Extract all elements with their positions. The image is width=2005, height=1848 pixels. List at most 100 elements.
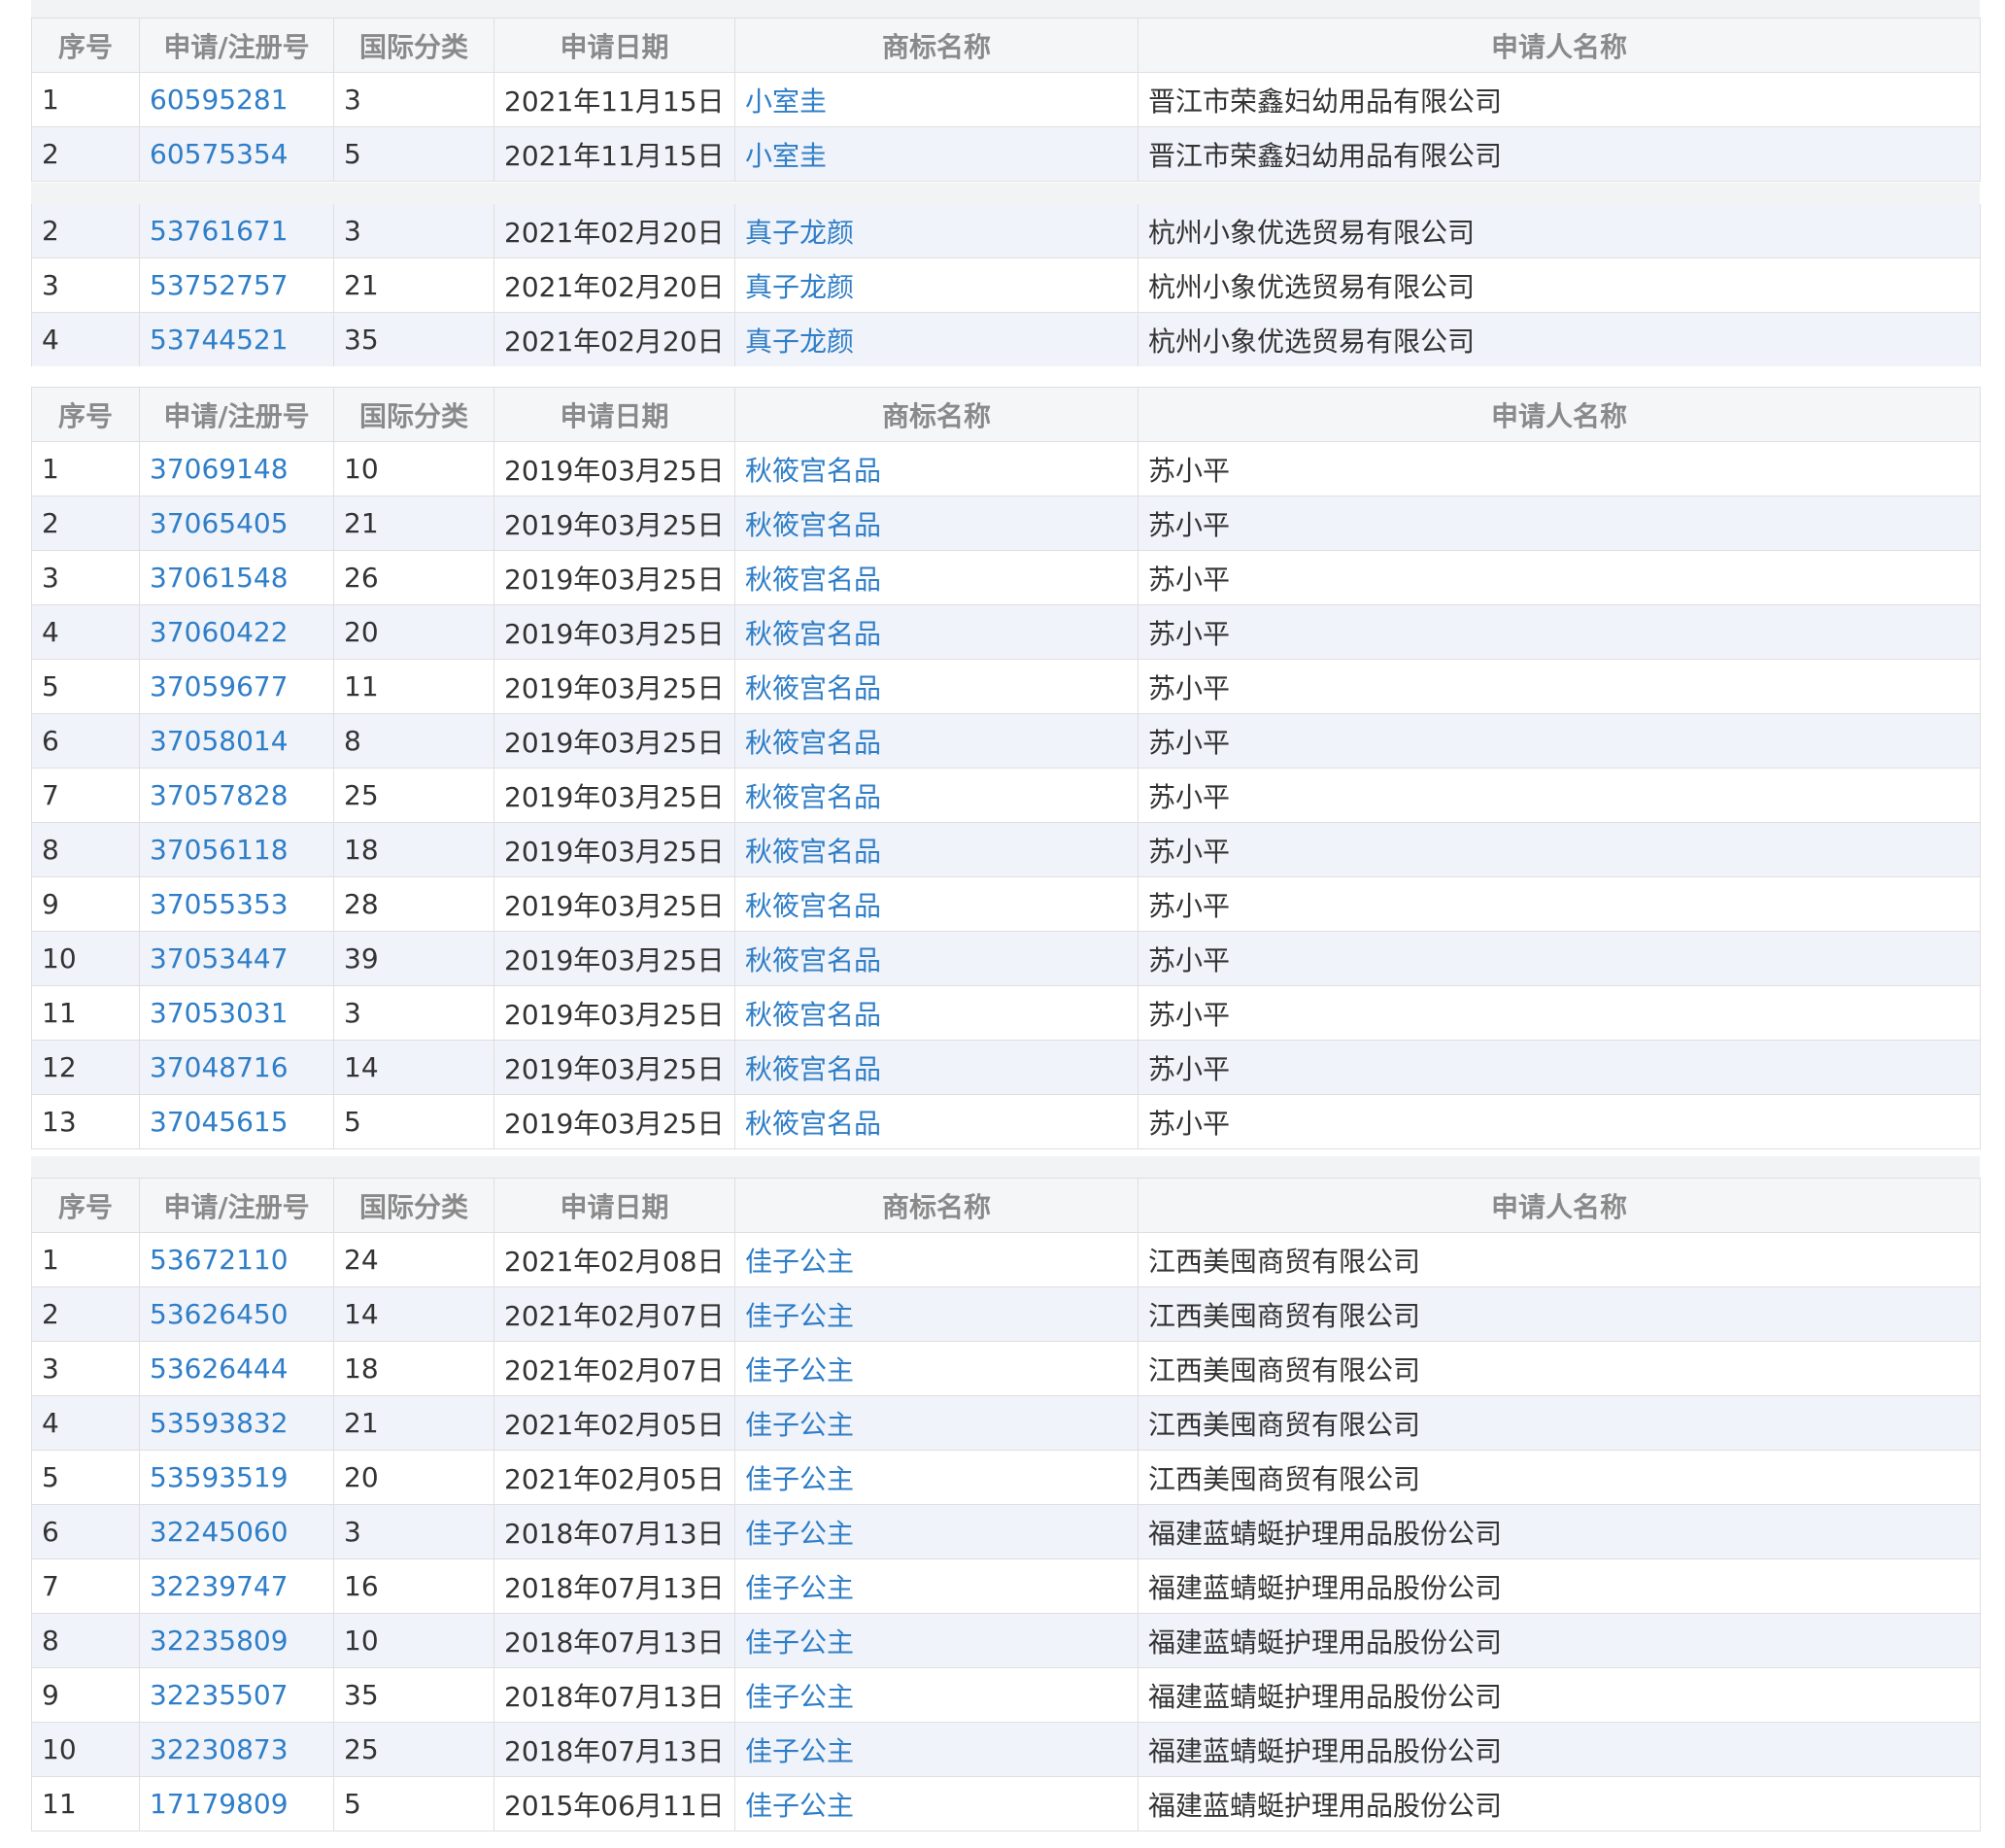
reg-no-link[interactable]: 32235809	[139, 1613, 334, 1668]
trademark-name-link[interactable]: 佳子公主	[734, 1722, 1138, 1777]
reg-no-link[interactable]: 37069148	[139, 441, 334, 496]
table-row: 5 37059677 11 2019年03月25日 秋筱宫名品 苏小平	[31, 659, 1981, 714]
reg-no-link[interactable]: 53672110	[139, 1232, 334, 1287]
reg-no-link[interactable]: 53752757	[139, 257, 334, 313]
reg-no-link[interactable]: 37058014	[139, 713, 334, 769]
trademark-name-link[interactable]: 秋筱宫名品	[734, 604, 1138, 660]
reg-no-link[interactable]: 32230873	[139, 1722, 334, 1777]
cell-date: 2018年07月13日	[493, 1667, 735, 1723]
cell-date: 2019年03月25日	[493, 1094, 735, 1149]
cell-class: 35	[333, 1667, 494, 1723]
table-body: 1 53672110 24 2021年02月08日 佳子公主 江西美囤商贸有限公司 2 536…	[31, 1232, 1981, 1831]
trademark-table-3: 序号 申请/注册号 国际分类 申请日期 商标名称 申请人名称 1 37069148…	[31, 387, 1981, 1149]
cell-class: 5	[333, 126, 494, 182]
reg-no-link[interactable]: 53626444	[139, 1341, 334, 1396]
trademark-name-link[interactable]: 秋筱宫名品	[734, 496, 1138, 551]
trademark-name-link[interactable]: 小室圭	[734, 126, 1138, 182]
table-row: 12 37048716 14 2019年03月25日 秋筱宫名品 苏小平	[31, 1040, 1981, 1095]
trademark-name-link[interactable]: 秋筱宫名品	[734, 550, 1138, 605]
reg-no-link[interactable]: 53626450	[139, 1286, 334, 1342]
trademark-name-link[interactable]: 佳子公主	[734, 1395, 1138, 1451]
cell-class: 35	[333, 312, 494, 366]
cell-seq: 11	[31, 985, 140, 1041]
trademark-table-4: 序号 申请/注册号 国际分类 申请日期 商标名称 申请人名称 1 53672110…	[31, 1178, 1981, 1831]
table-row: 10 37053447 39 2019年03月25日 秋筱宫名品 苏小平	[31, 931, 1981, 986]
reg-no-link[interactable]: 37056118	[139, 822, 334, 877]
reg-no-link[interactable]: 37045615	[139, 1094, 334, 1149]
cell-date: 2021年02月07日	[493, 1341, 735, 1396]
cell-seq: 11	[31, 1776, 140, 1831]
trademark-name-link[interactable]: 佳子公主	[734, 1286, 1138, 1342]
cell-date: 2019年03月25日	[493, 659, 735, 714]
reg-no-link[interactable]: 32235507	[139, 1667, 334, 1723]
table-header: 序号 申请/注册号 国际分类 申请日期 商标名称 申请人名称	[31, 1178, 1981, 1233]
cell-applicant: 杭州小象优选贸易有限公司	[1138, 312, 1981, 366]
cell-seq: 1	[31, 1232, 140, 1287]
col-header-seq: 序号	[31, 17, 140, 73]
trademark-name-link[interactable]: 秋筱宫名品	[734, 1094, 1138, 1149]
reg-no-link[interactable]: 37060422	[139, 604, 334, 660]
trademark-name-link[interactable]: 佳子公主	[734, 1232, 1138, 1287]
table-header: 序号 申请/注册号 国际分类 申请日期 商标名称 申请人名称	[31, 17, 1981, 73]
cell-date: 2019年03月25日	[493, 496, 735, 551]
trademark-table-2: 2 53761671 3 2021年02月20日 真子龙颜 杭州小象优选贸易有限公司 3 53…	[31, 204, 1981, 366]
reg-no-link[interactable]: 32245060	[139, 1504, 334, 1559]
cell-class: 3	[333, 204, 494, 258]
reg-no-link[interactable]: 37061548	[139, 550, 334, 605]
trademark-name-link[interactable]: 佳子公主	[734, 1341, 1138, 1396]
cell-seq: 10	[31, 1722, 140, 1777]
cell-date: 2021年11月15日	[493, 72, 735, 127]
col-header-date: 申请日期	[493, 17, 735, 73]
reg-no-link[interactable]: 37048716	[139, 1040, 334, 1095]
cell-applicant: 苏小平	[1138, 1040, 1981, 1095]
cell-applicant: 苏小平	[1138, 713, 1981, 769]
reg-no-link[interactable]: 37059677	[139, 659, 334, 714]
cell-applicant: 苏小平	[1138, 659, 1981, 714]
cell-class: 5	[333, 1094, 494, 1149]
trademark-name-link[interactable]: 小室圭	[734, 72, 1138, 127]
trademark-name-link[interactable]: 秋筱宫名品	[734, 985, 1138, 1041]
cell-applicant: 苏小平	[1138, 985, 1981, 1041]
trademark-name-link[interactable]: 秋筱宫名品	[734, 876, 1138, 932]
reg-no-link[interactable]: 53593832	[139, 1395, 334, 1451]
trademark-name-link[interactable]: 秋筱宫名品	[734, 931, 1138, 986]
trademark-name-link[interactable]: 真子龙颜	[734, 312, 1138, 366]
cell-date: 2021年02月08日	[493, 1232, 735, 1287]
cell-date: 2019年03月25日	[493, 550, 735, 605]
cell-date: 2019年03月25日	[493, 768, 735, 823]
reg-no-link[interactable]: 53744521	[139, 312, 334, 366]
reg-no-link[interactable]: 53593519	[139, 1450, 334, 1505]
trademark-name-link[interactable]: 秋筱宫名品	[734, 441, 1138, 496]
reg-no-link[interactable]: 17179809	[139, 1776, 334, 1831]
trademark-name-link[interactable]: 秋筱宫名品	[734, 768, 1138, 823]
table-row: 13 37045615 5 2019年03月25日 秋筱宫名品 苏小平	[31, 1094, 1981, 1149]
trademark-name-link[interactable]: 真子龙颜	[734, 204, 1138, 258]
trademark-name-link[interactable]: 秋筱宫名品	[734, 713, 1138, 769]
reg-no-link[interactable]: 60595281	[139, 72, 334, 127]
reg-no-link[interactable]: 37055353	[139, 876, 334, 932]
reg-no-link[interactable]: 32239747	[139, 1558, 334, 1614]
table-row: 4 53593832 21 2021年02月05日 佳子公主 江西美囤商贸有限公司	[31, 1395, 1981, 1451]
trademark-name-link[interactable]: 佳子公主	[734, 1613, 1138, 1668]
reg-no-link[interactable]: 37053031	[139, 985, 334, 1041]
trademark-name-link[interactable]: 真子龙颜	[734, 257, 1138, 313]
reg-no-link[interactable]: 37057828	[139, 768, 334, 823]
cell-class: 28	[333, 876, 494, 932]
trademark-name-link[interactable]: 佳子公主	[734, 1776, 1138, 1831]
col-header-date: 申请日期	[493, 387, 735, 442]
cell-applicant: 江西美囤商贸有限公司	[1138, 1395, 1981, 1451]
reg-no-link[interactable]: 37065405	[139, 496, 334, 551]
trademark-name-link[interactable]: 佳子公主	[734, 1558, 1138, 1614]
reg-no-link[interactable]: 53761671	[139, 204, 334, 258]
trademark-name-link[interactable]: 秋筱宫名品	[734, 1040, 1138, 1095]
cell-seq: 8	[31, 822, 140, 877]
cell-date: 2021年02月05日	[493, 1395, 735, 1451]
trademark-name-link[interactable]: 秋筱宫名品	[734, 659, 1138, 714]
trademark-name-link[interactable]: 佳子公主	[734, 1450, 1138, 1505]
reg-no-link[interactable]: 60575354	[139, 126, 334, 182]
trademark-name-link[interactable]: 佳子公主	[734, 1667, 1138, 1723]
reg-no-link[interactable]: 37053447	[139, 931, 334, 986]
cell-applicant: 福建蓝蜻蜓护理用品股份公司	[1138, 1558, 1981, 1614]
trademark-name-link[interactable]: 佳子公主	[734, 1504, 1138, 1559]
trademark-name-link[interactable]: 秋筱宫名品	[734, 822, 1138, 877]
